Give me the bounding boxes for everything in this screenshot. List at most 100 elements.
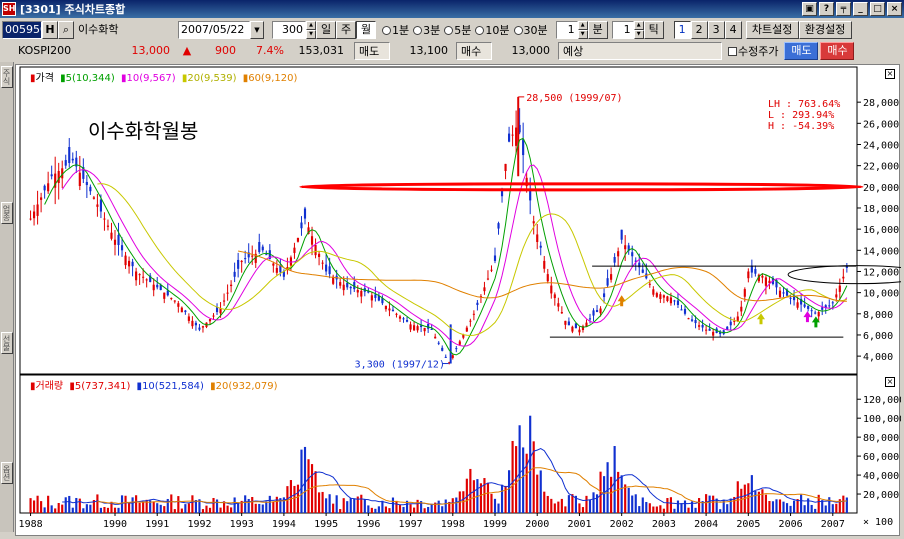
tick-value-input[interactable]: 1: [611, 21, 634, 39]
period-day-button[interactable]: 일: [316, 21, 336, 39]
period-month-button[interactable]: 월: [356, 21, 376, 39]
volume-bar: [251, 497, 254, 513]
settings-icon[interactable]: ▣: [802, 2, 817, 16]
volume-bar: [321, 491, 324, 513]
candle-body: [743, 289, 746, 297]
candle-body: [550, 285, 553, 294]
candle-body: [296, 237, 300, 242]
volume-bar: [258, 503, 261, 513]
period-week-button[interactable]: 주: [336, 21, 356, 39]
tick-stepper[interactable]: ▲ ▼: [633, 21, 644, 39]
minute-unit-button[interactable]: 분: [587, 21, 608, 39]
pin-icon[interactable]: ╤: [836, 2, 851, 16]
minute-option-1[interactable]: 1분: [382, 22, 409, 38]
candle-body: [434, 336, 437, 339]
candle-body: [152, 284, 155, 291]
count-stepper[interactable]: ▲ ▼: [306, 21, 316, 39]
close-icon[interactable]: ×: [887, 2, 902, 16]
chart-area[interactable]: 4,000 6,000 8,000 10,000 12,000 14,000 16,000 1…: [15, 64, 904, 536]
sidebar-tab-stock[interactable]: 주식: [1, 66, 13, 88]
x-tick-label: 1991: [145, 519, 169, 530]
candle-body: [184, 310, 187, 313]
volume-bar: [828, 497, 831, 513]
chart-overlay-title: 이수화학월봉: [88, 119, 199, 143]
adjusted-price-checkbox[interactable]: 수정주가: [728, 43, 778, 59]
volume-y-tick-label: 100,000: [863, 414, 901, 425]
date-dropdown-icon[interactable]: ▼: [250, 21, 264, 39]
volume-bar: [810, 504, 813, 513]
candle-body: [156, 284, 159, 288]
candle-body: [43, 185, 46, 191]
tick-unit-button[interactable]: 틱: [643, 21, 664, 39]
volume-bar: [78, 498, 81, 513]
volume-bar: [567, 495, 570, 513]
sell-button[interactable]: 매도: [784, 42, 819, 60]
volume-ma10-line: [62, 448, 847, 506]
volume-bar: [800, 494, 803, 513]
price-y-tick-label: 6,000: [863, 331, 893, 342]
legend-ma5: 5(10,344): [65, 73, 115, 84]
layout-3-button[interactable]: 3: [707, 21, 725, 39]
env-settings-button[interactable]: 환경설정: [798, 21, 852, 39]
toolbar: 005950 H ⌕ 이수화학 2007/05/22 ▼ 300 ▲▼ 일 주 …: [0, 19, 904, 41]
candle-body: [356, 289, 359, 293]
close-price-panel-icon[interactable]: ×: [885, 69, 895, 79]
volume-bars: [29, 415, 848, 513]
volume-bar: [845, 497, 848, 513]
sidebar-tab-options[interactable]: 옵션: [1, 462, 13, 484]
volume-bar: [726, 504, 729, 513]
volume-bar: [683, 500, 687, 513]
volume-bar: [40, 501, 43, 513]
candle-body: [328, 266, 331, 275]
volume-bar: [377, 506, 380, 513]
volume-bar: [303, 446, 307, 513]
stock-code-input[interactable]: 005950: [2, 21, 42, 39]
candle-body: [261, 246, 264, 251]
volume-bar: [750, 475, 753, 513]
volume-bar: [409, 504, 412, 513]
minute-option-30[interactable]: 30분: [513, 22, 548, 38]
minute-option-3[interactable]: 3분: [413, 22, 440, 38]
volume-bar: [113, 507, 117, 513]
candle-body: [694, 320, 697, 324]
candle-body: [666, 296, 669, 302]
volume-bar: [208, 507, 212, 513]
volume-bar: [560, 498, 563, 513]
layout-1-button[interactable]: 1: [673, 21, 691, 39]
volume-bar: [673, 508, 676, 513]
minute-stepper[interactable]: ▲ ▼: [577, 21, 588, 39]
candle-body: [835, 294, 838, 298]
volume-bar: [353, 498, 356, 513]
layout-2-button[interactable]: 2: [690, 21, 708, 39]
volume-bar: [641, 497, 644, 513]
help-icon[interactable]: ?: [819, 2, 834, 16]
maximize-icon[interactable]: □: [870, 2, 885, 16]
candle-body: [483, 287, 486, 292]
layout-4-button[interactable]: 4: [724, 21, 742, 39]
volume-bar: [307, 459, 310, 513]
x-tick-label: 2001: [567, 519, 591, 530]
sidebar-tab-futures[interactable]: 선물: [1, 332, 13, 354]
candle-body: [402, 318, 405, 320]
candle-body: [465, 327, 468, 332]
candle-body: [708, 328, 711, 331]
candle-body: [68, 147, 71, 164]
candle-body: [690, 319, 694, 321]
minute-option-10[interactable]: 10분: [475, 22, 510, 38]
sidebar-tab-sector[interactable]: 업종: [1, 202, 13, 224]
minimize-icon[interactable]: _: [853, 2, 868, 16]
title-bar: SH [3301] 주식차트종합 ▣ ? ╤ _ □ ×: [0, 0, 904, 18]
minute-value-input[interactable]: 1: [555, 21, 578, 39]
history-button[interactable]: H: [42, 21, 58, 39]
candle-body: [557, 303, 560, 307]
count-input[interactable]: 300: [272, 21, 306, 39]
buy-button[interactable]: 매수: [820, 42, 855, 60]
minute-option-5[interactable]: 5분: [444, 22, 471, 38]
volume-bar: [328, 494, 331, 513]
close-volume-panel-icon[interactable]: ×: [885, 377, 895, 387]
search-icon[interactable]: ⌕: [58, 21, 74, 39]
volume-bar: [296, 484, 300, 513]
date-input[interactable]: 2007/05/22: [178, 21, 250, 39]
volume-bar: [32, 500, 36, 513]
chart-settings-button[interactable]: 차트설정: [745, 21, 799, 39]
